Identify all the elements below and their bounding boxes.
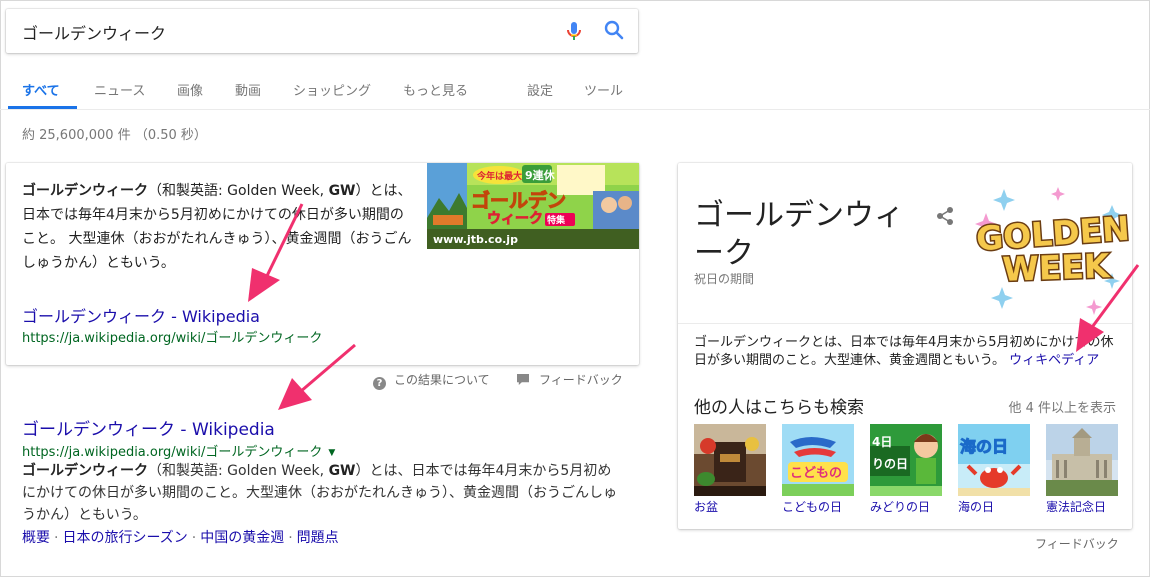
image-headline-2: ウィーク bbox=[487, 211, 543, 227]
sitelink-separator: · bbox=[288, 530, 293, 546]
tab-all[interactable]: すべて bbox=[22, 80, 60, 99]
tab-images[interactable]: 画像 bbox=[177, 80, 203, 99]
kp-source-link[interactable]: ウィキペディア bbox=[1009, 353, 1099, 368]
featured-snippet: ゴールデンウィーク（和製英語: Golden Week, GW）とは、日本では毎… bbox=[6, 163, 639, 365]
url-dropdown-icon[interactable]: ▼ bbox=[328, 448, 335, 458]
result-url-text: https://ja.wikipedia.org/wiki/ゴールデンウィーク bbox=[22, 445, 323, 460]
search-tabs: すべて ニュース 画像 動画 ショッピング もっと見る 設定 ツール bbox=[0, 62, 1150, 110]
related-item-marine-day[interactable]: 海の日 海の日 bbox=[958, 424, 1030, 515]
tab-videos[interactable]: 動画 bbox=[235, 80, 261, 99]
kp-divider bbox=[678, 323, 1132, 324]
result-description: ゴールデンウィーク（和製英語: Golden Week, GW）とは、日本では毎… bbox=[22, 460, 622, 526]
sitelink[interactable]: 概要 bbox=[22, 530, 50, 546]
related-item-obon[interactable]: お盆 bbox=[694, 424, 766, 515]
thumb-text: 4日 bbox=[872, 435, 892, 449]
tab-settings[interactable]: 設定 bbox=[527, 80, 553, 99]
snippet-term-en: GW bbox=[328, 183, 356, 199]
sitelink[interactable]: 問題点 bbox=[297, 530, 339, 546]
kp-more-link[interactable]: 他 4 件以上を表示 bbox=[1008, 397, 1116, 416]
golden-week-logo[interactable]: GOLDEN WEEK bbox=[974, 175, 1132, 315]
thumb-text: 海の日 bbox=[960, 437, 1008, 456]
tab-tools[interactable]: ツール bbox=[584, 80, 623, 99]
snippet-url: https://ja.wikipedia.org/wiki/ゴールデンウィーク bbox=[22, 331, 323, 346]
image-headline-3: 特集 bbox=[547, 214, 566, 226]
search-input[interactable]: ゴールデンウィーク bbox=[22, 20, 166, 44]
feedback-label: フィードバック bbox=[539, 373, 623, 387]
result-term-en: GW bbox=[328, 463, 356, 479]
snippet-text: ゴールデンウィーク（和製英語: Golden Week, GW）とは、日本では毎… bbox=[22, 179, 414, 275]
image-caption: www.jtb.co.jp bbox=[433, 233, 518, 246]
knowledge-panel: ゴールデンウィーク 祝日の期間 GOLDEN WEEK ゴールデンウィークとは、… bbox=[678, 163, 1132, 529]
sitelink[interactable]: 日本の旅行シーズン bbox=[62, 530, 187, 546]
sitelink-separator: · bbox=[54, 530, 59, 546]
related-thumbnail: 海の日 bbox=[958, 424, 1030, 496]
related-label: こどもの日 bbox=[782, 500, 843, 514]
sitelinks: 概要 · 日本の旅行シーズン · 中国の黄金週 · 問題点 bbox=[22, 527, 339, 547]
related-label: お盆 bbox=[694, 500, 719, 514]
microphone-icon[interactable] bbox=[562, 19, 586, 43]
related-item-greenery-day[interactable]: 4日 りの日 みどりの日 bbox=[870, 424, 942, 515]
search-box[interactable]: ゴールデンウィーク bbox=[6, 9, 638, 53]
thumb-text: こどもの bbox=[790, 466, 842, 481]
related-label: 憲法記念日 bbox=[1046, 500, 1107, 514]
kp-related-list: お盆 こどもの こどもの日 4日 りの日 みどりの日 海の日 海の日 憲法記念日 bbox=[694, 424, 1124, 516]
kp-feedback[interactable]: フィードバック bbox=[1035, 535, 1119, 552]
tab-news[interactable]: ニュース bbox=[94, 80, 145, 99]
related-thumbnail bbox=[1046, 424, 1118, 496]
kp-description: ゴールデンウィークとは、日本では毎年4月末から5月初めにかけての休日が多い期間の… bbox=[694, 334, 1118, 370]
question-icon: ? bbox=[373, 377, 386, 390]
image-banner-days: 9連休 bbox=[525, 168, 556, 182]
kp-title: ゴールデンウィーク bbox=[694, 198, 904, 271]
result-title-link[interactable]: ゴールデンウィーク - Wikipedia bbox=[22, 415, 275, 440]
snippet-image[interactable]: 今年は最大 9連休 ゴールデン ウィーク 特集 www.jtb.co.jp bbox=[427, 163, 639, 249]
related-thumbnail: 4日 りの日 bbox=[870, 424, 942, 496]
result-term: ゴールデンウィーク bbox=[22, 463, 148, 479]
logo-text-week: WEEK bbox=[1002, 246, 1112, 289]
about-label: この結果について bbox=[394, 373, 490, 387]
result-url: https://ja.wikipedia.org/wiki/ゴールデンウィーク ▼ bbox=[22, 441, 335, 460]
snippet-text-part: （和製英語: Golden Week, bbox=[148, 183, 329, 199]
related-label: みどりの日 bbox=[870, 500, 931, 514]
related-item-childrens-day[interactable]: こどもの こどもの日 bbox=[782, 424, 854, 515]
kp-subtitle: 祝日の期間 bbox=[694, 272, 755, 286]
related-label: 海の日 bbox=[958, 500, 995, 514]
sitelink-separator: · bbox=[191, 530, 197, 546]
image-headline-1: ゴールデン bbox=[471, 189, 566, 212]
search-icon[interactable] bbox=[602, 18, 626, 42]
related-item-constitution-day[interactable]: 憲法記念日 bbox=[1046, 424, 1118, 515]
tab-more[interactable]: もっと見る bbox=[403, 80, 468, 99]
snippet-term: ゴールデンウィーク bbox=[22, 183, 148, 199]
feedback-icon bbox=[517, 374, 529, 385]
sitelink[interactable]: 中国の黄金週 bbox=[200, 530, 284, 546]
kp-related-heading: 他の人はこちらも検索 bbox=[694, 398, 864, 418]
related-thumbnail bbox=[694, 424, 766, 496]
share-icon[interactable] bbox=[934, 205, 956, 227]
tab-shopping[interactable]: ショッピング bbox=[293, 80, 371, 99]
active-tab-indicator bbox=[8, 106, 77, 109]
thumb-text: りの日 bbox=[872, 457, 908, 471]
related-thumbnail: こどもの bbox=[782, 424, 854, 496]
result-stats: 約 25,600,000 件 （0.50 秒） bbox=[22, 128, 207, 143]
snippet-link[interactable]: ゴールデンウィーク - Wikipedia bbox=[22, 303, 260, 327]
snippet-feedback[interactable]: フィードバック bbox=[517, 371, 623, 388]
about-result[interactable]: ? この結果について bbox=[373, 371, 490, 390]
result-desc-part: （和製英語: Golden Week, bbox=[148, 463, 329, 479]
image-banner-text: 今年は最大 bbox=[476, 170, 522, 182]
